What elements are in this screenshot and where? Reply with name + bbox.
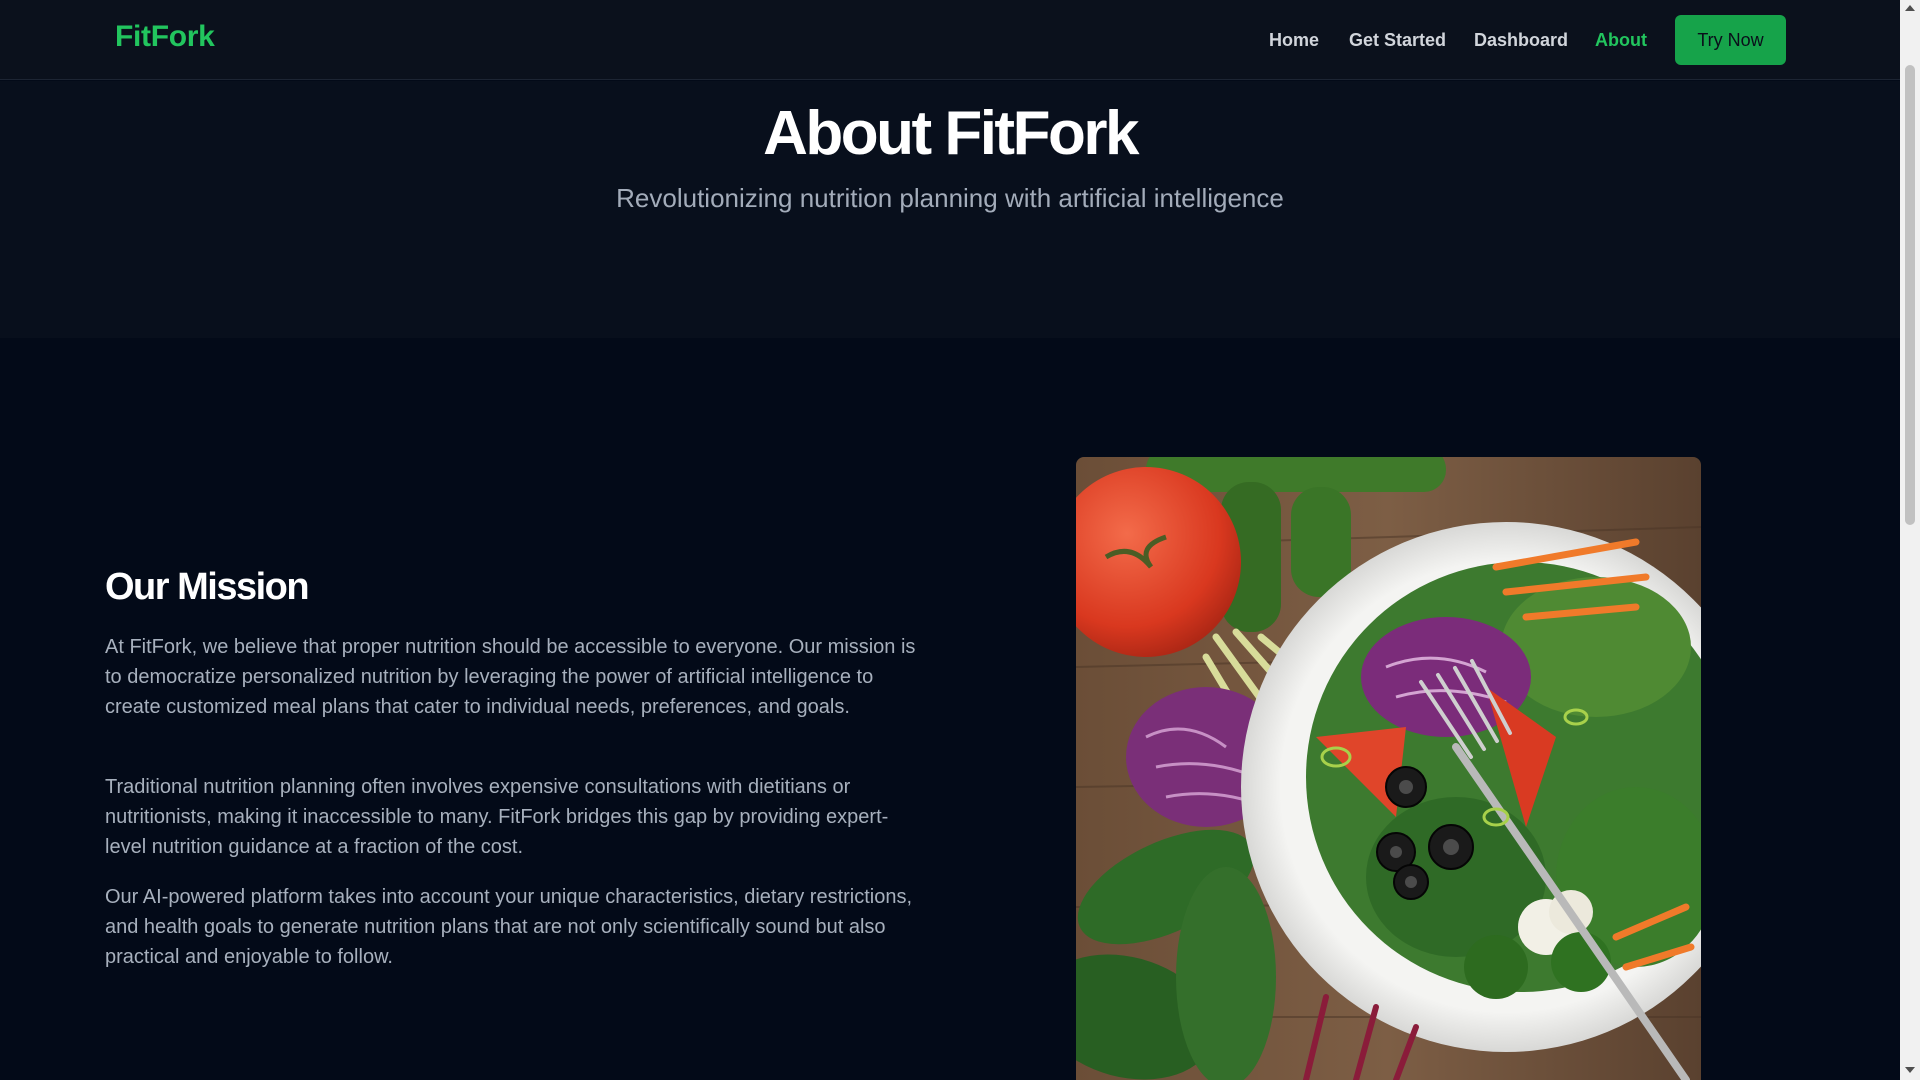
scroll-thumb[interactable] — [1905, 65, 1915, 525]
scroll-up-arrow-icon[interactable] — [1905, 5, 1915, 11]
try-now-button[interactable]: Try Now — [1675, 15, 1786, 65]
mission-paragraph: At FitFork, we believe that proper nutri… — [105, 636, 916, 718]
nav-links: Home Get Started Dashboard About — [0, 0, 1900, 80]
mission-paragraph: Our AI-powered platform takes into accou… — [105, 886, 913, 968]
page-subtitle: Revolutionizing nutrition planning with … — [616, 183, 1284, 213]
mission-heading: Our Mission — [105, 566, 310, 608]
navbar: FitFork Home Get Started Dashboard About… — [0, 0, 1900, 80]
page-title: About FitFork — [763, 99, 1139, 168]
nav-link-home[interactable]: Home — [1269, 30, 1319, 51]
nav-link-dashboard[interactable]: Dashboard — [1474, 30, 1568, 51]
page: FitFork Home Get Started Dashboard About… — [0, 0, 1920, 1080]
nav-link-get-started[interactable]: Get Started — [1349, 30, 1446, 51]
page-scrollbar[interactable] — [1900, 0, 1920, 1080]
nav-link-about[interactable]: About — [1595, 30, 1647, 51]
hero-section: About FitFork Revolutionizing nutrition … — [0, 81, 1900, 338]
mission-paragraph: Traditional nutrition planning often inv… — [105, 776, 889, 858]
scroll-down-arrow-icon[interactable] — [1905, 1067, 1915, 1073]
salad-photo — [1076, 457, 1701, 1080]
